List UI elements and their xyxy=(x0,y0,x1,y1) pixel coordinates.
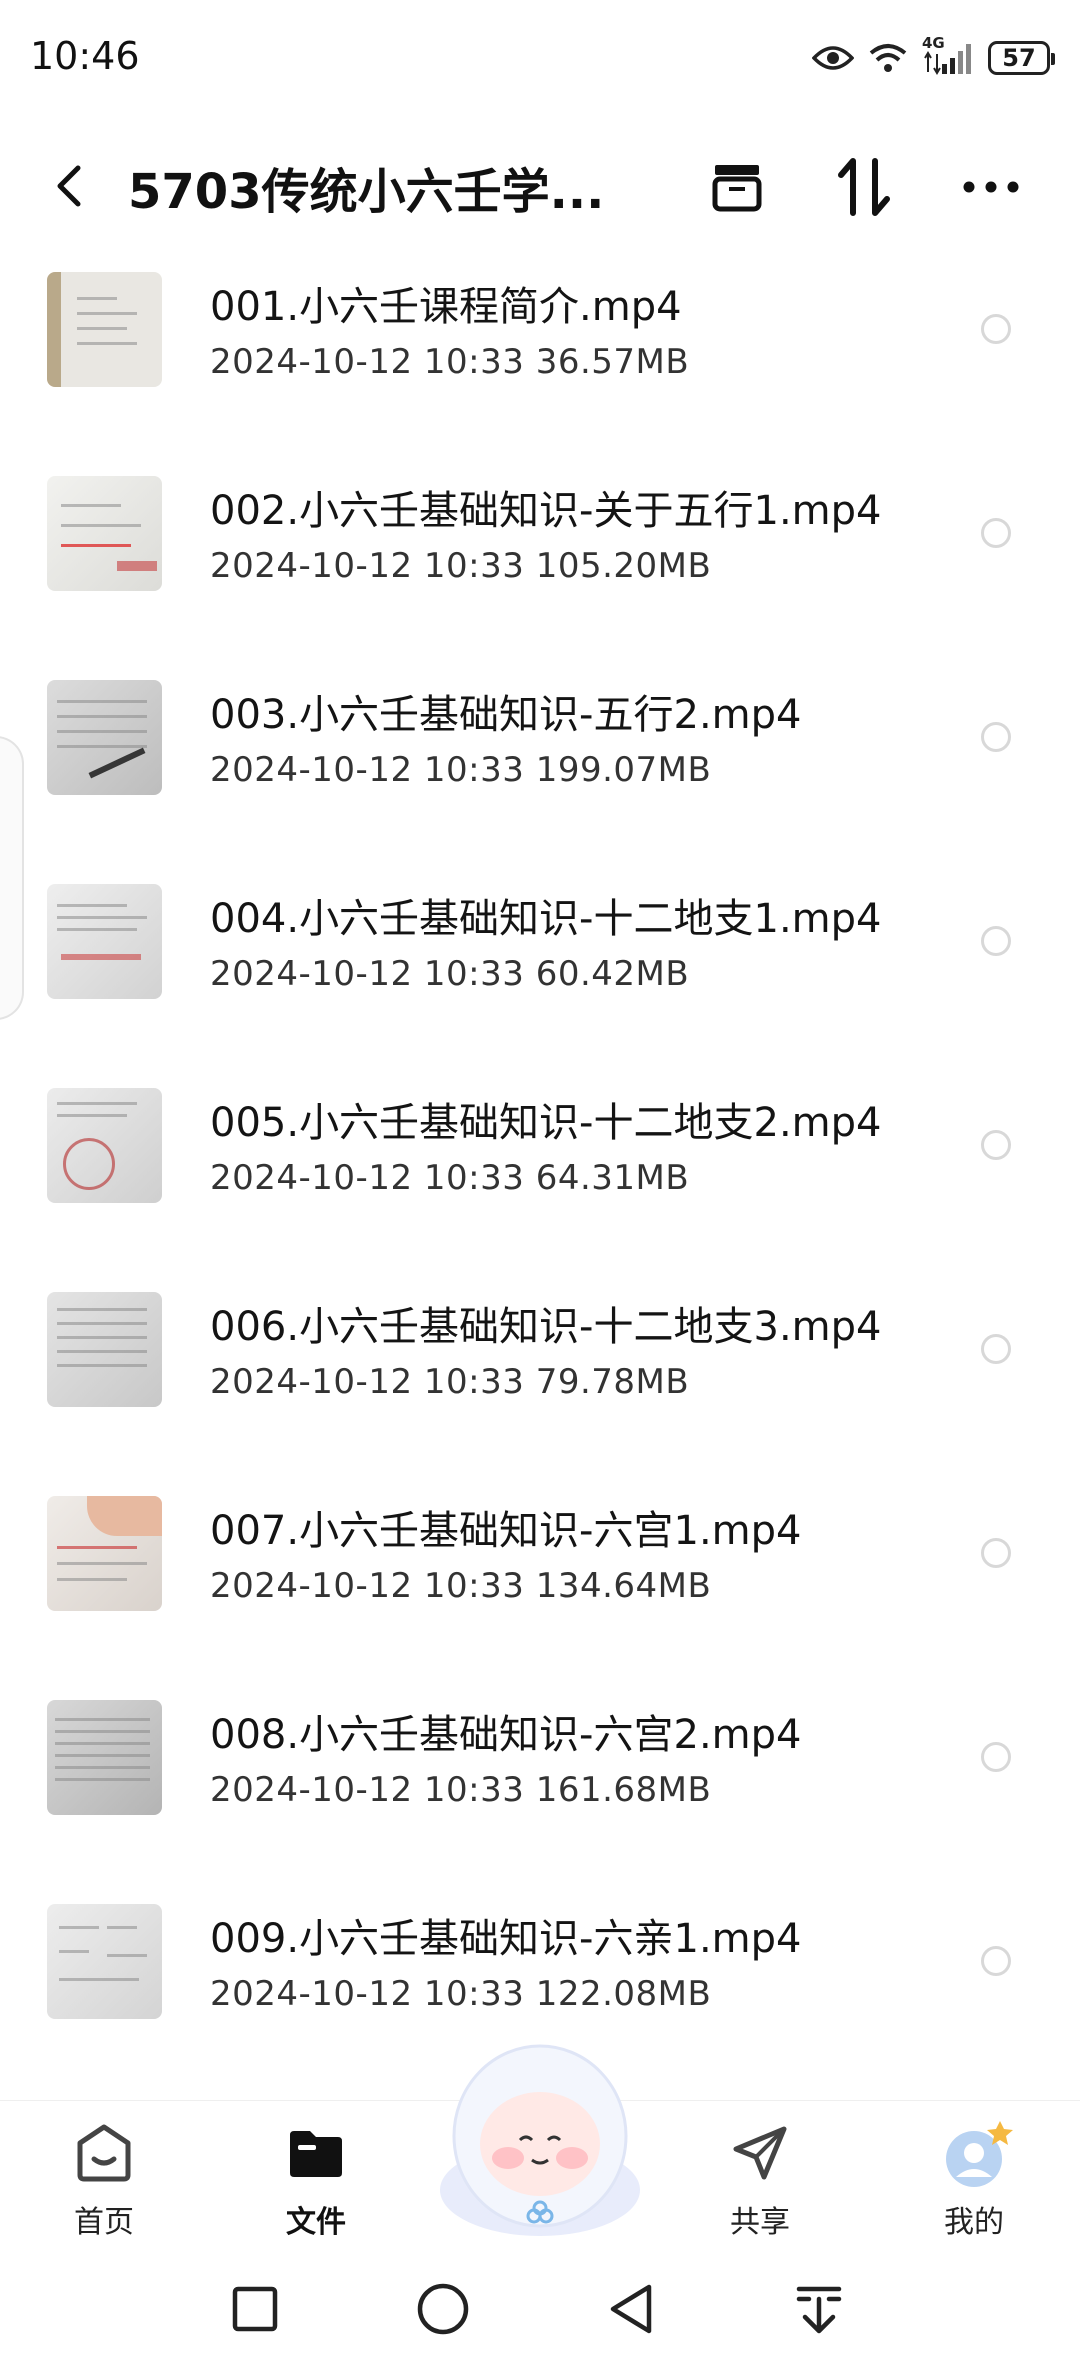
file-name: 006.小六壬基础知识-十二地支3.mp4 xyxy=(210,1304,882,1350)
file-meta: 2024-10-12 10:33 60.42MB xyxy=(210,954,690,994)
nav-home-label: 首页 xyxy=(74,2205,134,2240)
file-name: 004.小六壬基础知识-十二地支1.mp4 xyxy=(210,896,882,942)
video-thumbnail xyxy=(47,476,162,591)
file-meta: 2024-10-12 10:33 161.68MB xyxy=(210,1770,712,1810)
file-name: 003.小六壬基础知识-五行2.mp4 xyxy=(210,692,802,738)
file-meta: 2024-10-12 10:33 105.20MB xyxy=(210,546,712,586)
file-meta: 2024-10-12 10:33 79.78MB xyxy=(210,1362,690,1402)
signal-icon: 4G xyxy=(922,34,974,78)
file-name: 009.小六壬基础知识-六亲1.mp4 xyxy=(210,1916,802,1962)
system-nav-bar xyxy=(0,2250,1080,2376)
file-row[interactable]: 001.小六壬课程简介.mp4 2024-10-12 10:33 36.57MB xyxy=(0,264,1080,468)
file-row[interactable]: 003.小六壬基础知识-五行2.mp4 2024-10-12 10:33 199… xyxy=(0,672,1080,876)
download-menu-icon[interactable] xyxy=(784,2274,854,2344)
circle-icon[interactable] xyxy=(408,2274,478,2344)
select-radio[interactable] xyxy=(981,1946,1011,1976)
nav-files[interactable]: 文件 xyxy=(236,2115,396,2245)
file-name: 001.小六壬课程简介.mp4 xyxy=(210,284,682,330)
video-thumbnail xyxy=(47,1904,162,2019)
select-radio[interactable] xyxy=(981,722,1011,752)
file-row[interactable]: 006.小六壬基础知识-十二地支3.mp4 2024-10-12 10:33 7… xyxy=(0,1284,1080,1488)
paper-plane-icon xyxy=(728,2121,792,2185)
nav-share[interactable]: 共享 xyxy=(680,2115,840,2245)
video-thumbnail xyxy=(47,1292,162,1407)
header: 5703传统小六壬学... xyxy=(0,130,1080,240)
assistant-mascot-button[interactable] xyxy=(428,2040,652,2240)
folder-icon xyxy=(284,2121,348,2185)
video-thumbnail xyxy=(47,272,162,387)
select-radio[interactable] xyxy=(981,314,1011,344)
nav-home[interactable]: 首页 xyxy=(24,2115,184,2245)
file-name: 005.小六壬基础知识-十二地支2.mp4 xyxy=(210,1100,882,1146)
video-thumbnail xyxy=(47,1496,162,1611)
home-icon xyxy=(72,2121,136,2185)
page-title: 5703传统小六壬学... xyxy=(128,164,605,220)
file-meta: 2024-10-12 10:33 64.31MB xyxy=(210,1158,690,1198)
video-thumbnail xyxy=(47,884,162,999)
battery-level: 57 xyxy=(1002,44,1036,72)
nav-files-label: 文件 xyxy=(286,2205,346,2240)
file-name: 002.小六壬基础知识-关于五行1.mp4 xyxy=(210,488,882,534)
file-row[interactable]: 007.小六壬基础知识-六宫1.mp4 2024-10-12 10:33 134… xyxy=(0,1488,1080,1692)
back-icon[interactable] xyxy=(46,158,96,214)
file-meta: 2024-10-12 10:33 36.57MB xyxy=(210,342,690,382)
wifi-icon xyxy=(868,42,908,74)
triangle-back-icon[interactable] xyxy=(596,2274,666,2344)
archive-icon[interactable] xyxy=(698,148,776,226)
file-name: 007.小六壬基础知识-六宫1.mp4 xyxy=(210,1508,802,1554)
file-meta: 2024-10-12 10:33 134.64MB xyxy=(210,1566,712,1606)
file-meta: 2024-10-12 10:33 122.08MB xyxy=(210,1974,712,2014)
sort-icon[interactable] xyxy=(826,148,904,226)
avatar-icon xyxy=(942,2121,1013,2187)
eye-icon xyxy=(812,44,854,72)
nav-share-label: 共享 xyxy=(730,2205,790,2240)
file-row[interactable]: 008.小六壬基础知识-六宫2.mp4 2024-10-12 10:33 161… xyxy=(0,1692,1080,1896)
status-bar: 10:46 4G 57 xyxy=(0,0,1080,120)
file-row[interactable]: 004.小六壬基础知识-十二地支1.mp4 2024-10-12 10:33 6… xyxy=(0,876,1080,1080)
video-thumbnail xyxy=(47,1700,162,1815)
nav-mine[interactable]: 我的 xyxy=(894,2115,1054,2245)
file-meta: 2024-10-12 10:33 199.07MB xyxy=(210,750,712,790)
battery-icon: 57 xyxy=(988,41,1055,75)
more-icon[interactable] xyxy=(952,148,1030,226)
nav-mine-label: 我的 xyxy=(944,2205,1004,2240)
select-radio[interactable] xyxy=(981,926,1011,956)
file-row[interactable]: 005.小六壬基础知识-十二地支2.mp4 2024-10-12 10:33 6… xyxy=(0,1080,1080,1284)
select-radio[interactable] xyxy=(981,518,1011,548)
video-thumbnail xyxy=(47,1088,162,1203)
select-radio[interactable] xyxy=(981,1334,1011,1364)
video-thumbnail xyxy=(47,680,162,795)
status-icons: 4G 57 xyxy=(812,34,1055,80)
square-icon[interactable] xyxy=(220,2274,290,2344)
select-radio[interactable] xyxy=(981,1742,1011,1772)
file-row[interactable]: 002.小六壬基础知识-关于五行1.mp4 2024-10-12 10:33 1… xyxy=(0,468,1080,672)
file-name: 008.小六壬基础知识-六宫2.mp4 xyxy=(210,1712,802,1758)
select-radio[interactable] xyxy=(981,1130,1011,1160)
select-radio[interactable] xyxy=(981,1538,1011,1568)
status-time: 10:46 xyxy=(30,34,140,78)
